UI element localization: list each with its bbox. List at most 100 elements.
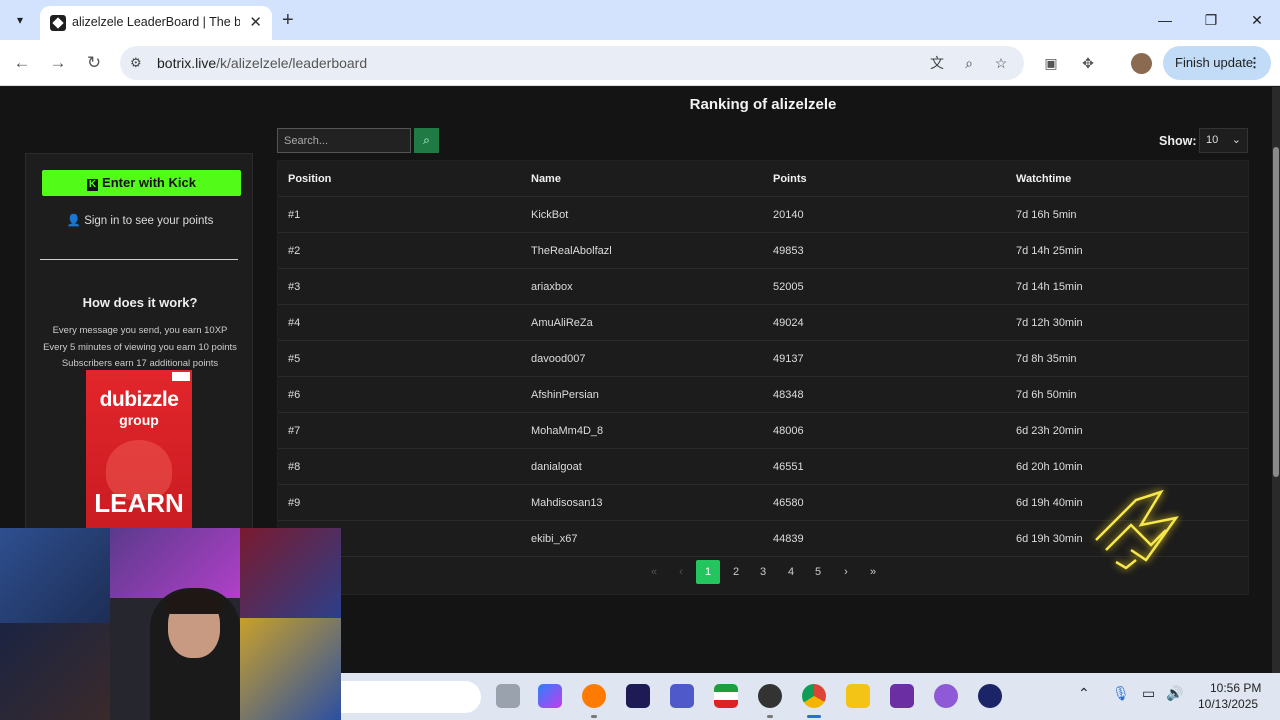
cam-background-panel	[0, 528, 110, 623]
enter-with-kick-button[interactable]: K Enter with Kick	[42, 170, 241, 196]
how-it-works-title: How does it work?	[82, 295, 198, 310]
prev-page-icon[interactable]: ‹	[669, 560, 693, 584]
cell-points: 49137	[773, 353, 804, 365]
finish-update-button[interactable]: Finish update ⋮	[1163, 46, 1271, 80]
cell-position: #9	[288, 497, 301, 509]
minimize-icon[interactable]: —	[1150, 8, 1180, 32]
cell-points: 46580	[773, 497, 804, 509]
clock-date[interactable]: 10/13/2025	[1198, 697, 1258, 711]
restore-icon[interactable]: ❐	[1196, 8, 1226, 32]
cell-name: KickBot	[531, 209, 569, 221]
page-2-button[interactable]: 2	[724, 560, 748, 584]
page-1-button[interactable]: 1	[696, 560, 720, 584]
last-page-icon[interactable]: »	[861, 560, 885, 584]
media-encoder-icon[interactable]	[626, 684, 650, 708]
cell-name: AmuAliReZa	[531, 317, 593, 329]
extension-icon[interactable]: ▣	[1040, 53, 1062, 73]
taskbar-search-box[interactable]	[341, 681, 481, 713]
table-row: #6 AfshinPersian 48348 7d 6h 50min	[278, 377, 1248, 413]
tab-title: alizelzele LeaderBoard | The be	[72, 15, 240, 29]
cell-position: #1	[288, 209, 301, 221]
back-arrow-icon[interactable]: ←	[10, 51, 34, 75]
page-scrollbar[interactable]	[1272, 87, 1280, 673]
forward-arrow-icon[interactable]: →	[46, 51, 70, 75]
column-header-points[interactable]: Points	[773, 161, 807, 197]
sidebar-divider	[40, 259, 238, 260]
next-page-icon[interactable]: ›	[834, 560, 858, 584]
cell-points: 48006	[773, 425, 804, 437]
url-domain: botrix.live	[157, 55, 217, 71]
signin-text: Sign in to see your points	[84, 215, 214, 227]
table-row: #3 ariaxbox 52005 7d 14h 15min	[278, 269, 1248, 305]
cell-watchtime: 6d 19h 30min	[1016, 533, 1083, 545]
tab-search-chevron-icon[interactable]: ▾	[8, 8, 32, 32]
clock-time[interactable]: 10:56 PM	[1210, 681, 1261, 695]
browser-tab-active[interactable]: alizelzele LeaderBoard | The be ✕	[40, 6, 272, 40]
column-header-watchtime[interactable]: Watchtime	[1016, 161, 1071, 197]
taskbar: ⌃ 🎙 ▭ 🔊 10:56 PM 10/13/2025	[341, 673, 1280, 720]
search-input[interactable]	[277, 128, 411, 153]
how-it-works-line: Every 5 minutes of viewing you earn 10 p…	[43, 342, 237, 353]
microphone-icon[interactable]: 🎙	[1112, 685, 1130, 702]
copilot-icon[interactable]	[538, 684, 562, 708]
show-entries-value: 10	[1206, 134, 1219, 146]
browser-toolbar: ← → ↻ ⚙ botrix.live/k/alizelzele/leaderb…	[0, 40, 1280, 86]
volume-icon[interactable]: 🔊	[1166, 685, 1183, 702]
profile-avatar[interactable]	[1131, 53, 1152, 74]
file-explorer-icon[interactable]	[496, 684, 520, 708]
first-page-icon[interactable]: «	[642, 560, 666, 584]
cell-watchtime: 7d 14h 25min	[1016, 245, 1083, 257]
browser-tab-bar: ▾ alizelzele LeaderBoard | The be ✕ + — …	[0, 0, 1280, 40]
table-row: #1 KickBot 20140 7d 16h 5min	[278, 197, 1248, 233]
network-icon[interactable]: ▭	[1142, 685, 1155, 702]
folder-icon[interactable]	[846, 684, 870, 708]
table-header-row: Position Name Points Watchtime	[278, 161, 1248, 197]
extensions-puzzle-icon[interactable]: ✥	[1077, 53, 1099, 73]
cell-watchtime: 6d 20h 10min	[1016, 461, 1083, 473]
column-header-name[interactable]: Name	[531, 161, 561, 197]
cam-background-panel	[110, 528, 240, 598]
page-3-button[interactable]: 3	[751, 560, 775, 584]
cell-points: 46551	[773, 461, 804, 473]
zoom-icon[interactable]: ⌕	[958, 53, 980, 73]
show-entries-select[interactable]: 10 ⌄	[1199, 128, 1248, 153]
cell-position: #7	[288, 425, 301, 437]
bookmark-star-icon[interactable]: ☆	[990, 53, 1012, 73]
advertisement-banner[interactable]: dubizzle group LEARN	[86, 370, 192, 530]
translate-icon[interactable]: 文	[926, 53, 948, 73]
ad-choices-icon[interactable]	[172, 372, 190, 381]
cell-name: davood007	[531, 353, 586, 365]
show-hidden-icons-chevron-icon[interactable]: ⌃	[1078, 685, 1090, 702]
how-it-works-line: Every message you send, you earn 10XP	[52, 325, 228, 336]
new-tab-button[interactable]: +	[282, 8, 294, 32]
cell-name: AfshinPersian	[531, 389, 599, 401]
close-window-icon[interactable]: ✕	[1242, 8, 1272, 32]
cell-points: 44839	[773, 533, 804, 545]
show-entries-label: Show:	[1159, 134, 1197, 148]
kick-button-label: Enter with Kick	[102, 175, 196, 190]
ad-logo-sub: group	[119, 412, 159, 428]
teams-icon[interactable]	[670, 684, 694, 708]
reload-icon[interactable]: ↻	[82, 51, 106, 75]
media-player-icon[interactable]	[934, 684, 958, 708]
user-icon: 👤	[66, 215, 85, 227]
cell-name: ariaxbox	[531, 281, 573, 293]
firefox-icon[interactable]	[582, 684, 606, 708]
flag-app-icon[interactable]	[714, 684, 738, 708]
r-app-icon[interactable]	[890, 684, 914, 708]
chrome-icon[interactable]	[802, 684, 826, 708]
streamer-hair	[166, 592, 222, 614]
obs-icon[interactable]	[758, 684, 782, 708]
site-info-icon[interactable]: ⚙	[130, 55, 142, 71]
url-text[interactable]: botrix.live/k/alizelzele/leaderboard	[157, 55, 367, 71]
tab-close-icon[interactable]: ✕	[249, 13, 262, 31]
how-it-works-line: Subscribers earn 17 additional points	[61, 358, 219, 369]
address-bar[interactable]: ⚙ botrix.live/k/alizelzele/leaderboard 文…	[120, 46, 1024, 80]
page-4-button[interactable]: 4	[779, 560, 803, 584]
scroll-thumb[interactable]	[1273, 147, 1279, 477]
search-button[interactable]: ⌕	[414, 128, 439, 153]
column-header-position[interactable]: Position	[288, 161, 331, 197]
signin-prompt: 👤 Sign in to see your points	[26, 213, 254, 227]
dialpad-app-icon[interactable]	[978, 684, 1002, 708]
page-5-button[interactable]: 5	[806, 560, 830, 584]
